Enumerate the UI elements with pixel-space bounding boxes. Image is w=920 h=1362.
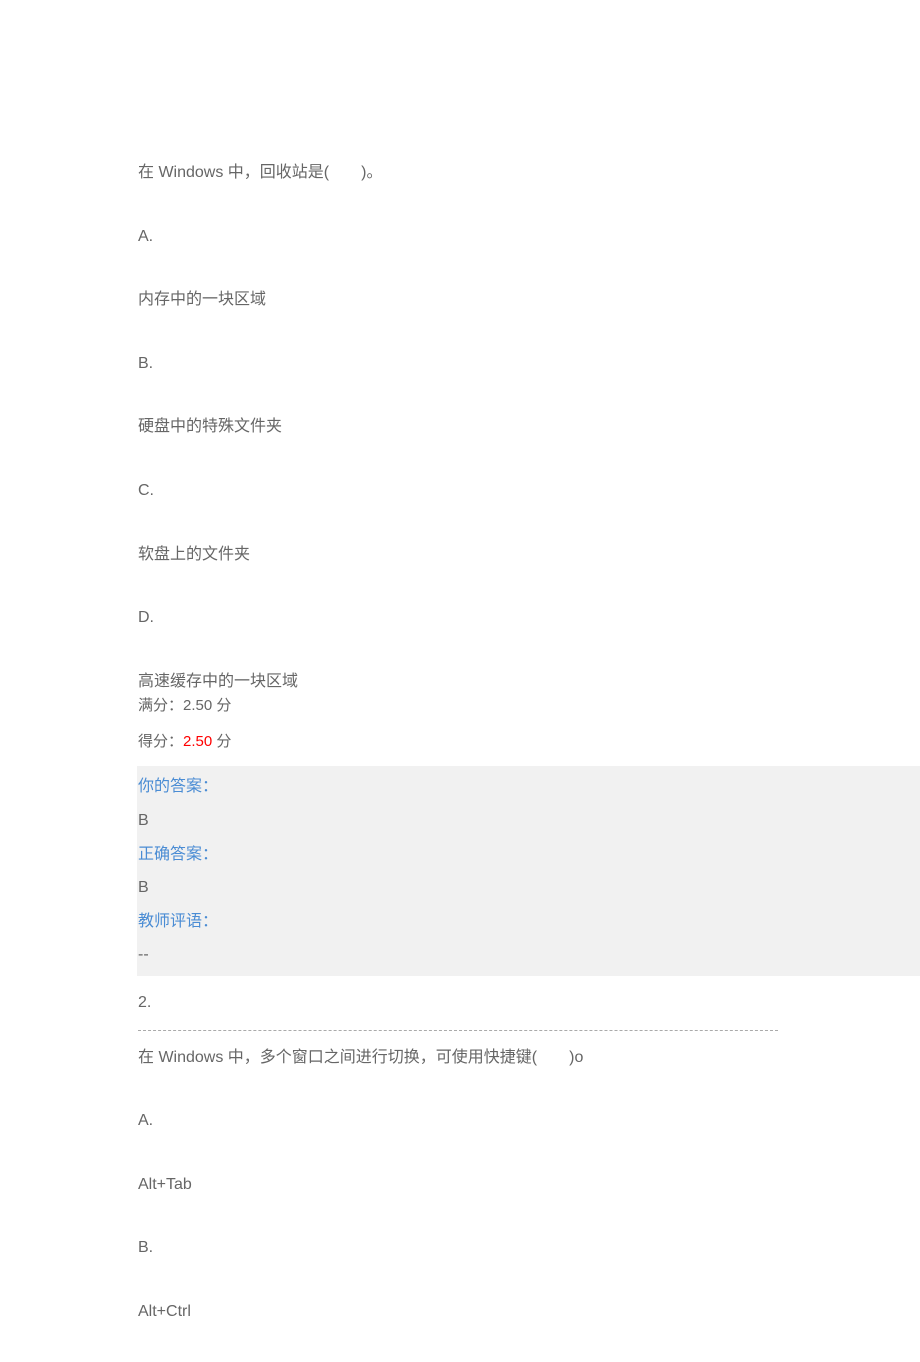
earned-score-label: 得分： bbox=[138, 733, 183, 750]
earned-score-unit: 分 bbox=[212, 733, 231, 750]
correct-answer-label: 正确答案： bbox=[138, 842, 920, 868]
option-b-label: B. bbox=[138, 1235, 920, 1261]
dashed-separator bbox=[138, 1030, 778, 1031]
option-b-content: Alt+Ctrl bbox=[138, 1299, 920, 1325]
option-b-label: B. bbox=[138, 351, 920, 377]
question-text: 在 Windows 中，回收站是( )。 bbox=[138, 160, 920, 186]
teacher-comment-value: -- bbox=[138, 942, 920, 968]
earned-score: 得分：2.50 分 bbox=[138, 730, 920, 754]
answer-block: 你的答案： B 正确答案： B 教师评语： -- bbox=[137, 766, 920, 976]
option-a-label: A. bbox=[138, 1108, 920, 1134]
full-score-unit: 分 bbox=[212, 697, 231, 714]
option-d-content: 高速缓存中的一块区域 bbox=[138, 669, 920, 695]
full-score-value: 2.50 bbox=[183, 697, 212, 714]
option-c-content: 软盘上的文件夹 bbox=[138, 542, 920, 568]
full-score-label: 满分： bbox=[138, 697, 183, 714]
your-answer-label: 你的答案： bbox=[138, 774, 920, 800]
option-b-content: 硬盘中的特殊文件夹 bbox=[138, 414, 920, 440]
option-a-label: A. bbox=[138, 224, 920, 250]
your-answer-value: B bbox=[138, 808, 920, 834]
option-a-content: 内存中的一块区域 bbox=[138, 287, 920, 313]
question-1: 在 Windows 中，回收站是( )。 A. 内存中的一块区域 B. 硬盘中的… bbox=[138, 160, 920, 976]
option-d-label: D. bbox=[138, 605, 920, 631]
document-content: 在 Windows 中，回收站是( )。 A. 内存中的一块区域 B. 硬盘中的… bbox=[0, 0, 920, 1324]
earned-score-value: 2.50 bbox=[183, 733, 212, 750]
option-c-label: C. bbox=[138, 478, 920, 504]
correct-answer-value: B bbox=[138, 875, 920, 901]
option-a-content: Alt+Tab bbox=[138, 1172, 920, 1198]
question-text: 在 Windows 中，多个窗口之间进行切换，可使用快捷键( )o bbox=[138, 1045, 920, 1071]
question-number: 2. bbox=[138, 990, 920, 1016]
question-2: 2. 在 Windows 中，多个窗口之间进行切换，可使用快捷键( )o A. … bbox=[138, 990, 920, 1325]
full-score: 满分：2.50 分 bbox=[138, 694, 920, 718]
teacher-comment-label: 教师评语： bbox=[138, 909, 920, 935]
